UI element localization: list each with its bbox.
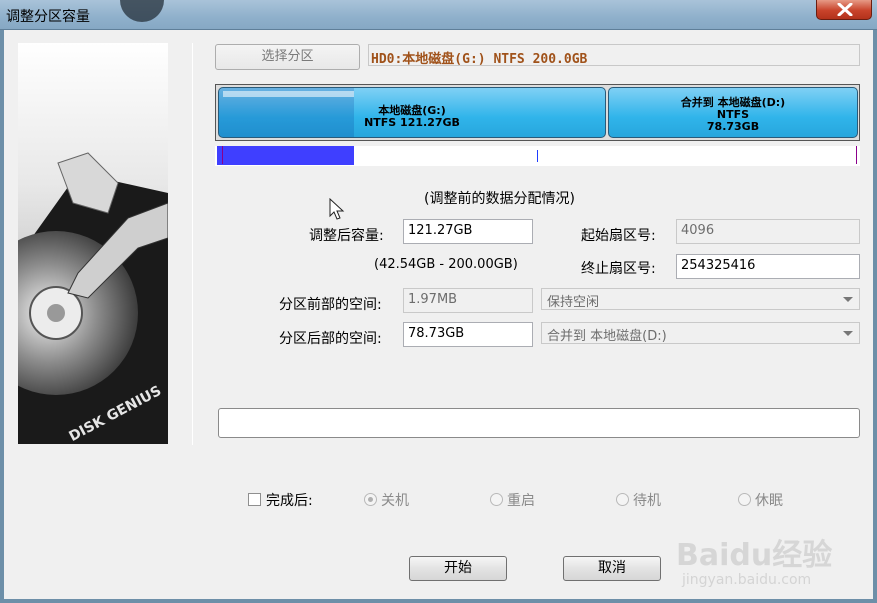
start-sector-label: 起始扇区号:	[581, 228, 656, 244]
disk-genius-artwork: DISK GENIUS	[18, 43, 168, 444]
new-size-input[interactable]: 121.27GB	[403, 219, 533, 244]
radio-hibernate-label: 休眠	[755, 493, 783, 509]
after-completion-label: 完成后:	[266, 493, 313, 509]
partition-block-g[interactable]: 本地磁盘(G:) NTFS 121.27GB	[218, 87, 606, 138]
radio-button[interactable]	[490, 493, 503, 506]
partition-g-detail: NTFS 121.27GB	[364, 116, 460, 129]
after-space-action-value: 合并到 本地磁盘(D:)	[547, 329, 667, 344]
before-space-label: 分区前部的空间:	[279, 297, 382, 313]
after-completion-checkbox[interactable]: 完成后:	[248, 490, 313, 510]
before-space-action-value: 保持空闲	[547, 295, 600, 310]
dialog-client-area: DISK GENIUS 选择分区 HD0:本地磁盘(G:) NTFS 200.0…	[4, 30, 873, 599]
size-range-text: (42.54GB - 200.00GB)	[374, 257, 518, 272]
resize-slider-fill[interactable]	[217, 146, 354, 165]
window-title: 调整分区容量	[6, 9, 90, 25]
watermark-logo: Baidu经验	[676, 538, 833, 573]
slider-split-marker[interactable]	[537, 150, 538, 162]
title-bar: 调整分区容量	[0, 0, 877, 30]
radio-shutdown-label: 关机	[381, 493, 409, 509]
end-sector-input[interactable]: 254325416	[676, 254, 860, 279]
end-sector-label: 终止扇区号:	[581, 261, 656, 277]
before-space-action-select: 保持空闲	[541, 288, 860, 310]
progress-bar	[218, 408, 860, 438]
disk-info-field: HD0:本地磁盘(G:) NTFS 200.0GB	[368, 44, 860, 67]
watermark-url: jingyan.baidu.com	[682, 572, 812, 588]
radio-shutdown[interactable]: 关机	[364, 490, 409, 510]
partition-layout-bar: 本地磁盘(G:) NTFS 121.27GB 合并到 本地磁盘(D:) NTFS…	[215, 84, 860, 141]
slider-start-marker	[222, 146, 223, 164]
after-space-input[interactable]: 78.73GB	[403, 322, 533, 347]
slider-end-marker	[856, 146, 857, 164]
after-space-action-select: 合并到 本地磁盘(D:)	[541, 322, 860, 344]
checkbox-box[interactable]	[248, 493, 261, 506]
mouse-cursor-icon	[329, 198, 345, 220]
hard-disk-icon: DISK GENIUS	[18, 43, 168, 444]
radio-standby[interactable]: 待机	[616, 490, 661, 510]
radio-hibernate[interactable]: 休眠	[738, 490, 783, 510]
chevron-down-icon	[843, 297, 853, 302]
distribution-caption: (调整前的数据分配情况)	[424, 191, 575, 207]
vertical-separator	[192, 43, 193, 445]
select-partition-button[interactable]: 选择分区	[215, 44, 360, 70]
chevron-down-icon	[843, 331, 853, 336]
start-sector-field: 4096	[676, 219, 860, 244]
radio-button[interactable]	[738, 493, 751, 506]
partition-block-d[interactable]: 合并到 本地磁盘(D:) NTFS 78.73GB	[608, 87, 858, 138]
after-space-label: 分区后部的空间:	[279, 331, 382, 347]
cancel-button[interactable]: 取消	[563, 556, 661, 581]
new-size-label: 调整后容量:	[309, 228, 384, 244]
radio-button[interactable]	[364, 493, 377, 506]
start-button[interactable]: 开始	[409, 556, 507, 581]
close-icon	[837, 3, 853, 16]
radio-restart[interactable]: 重启	[490, 490, 535, 510]
before-space-field: 1.97MB	[403, 288, 533, 313]
baidu-watermark: Baidu经验 jingyan.baidu.com	[676, 508, 836, 598]
radio-button[interactable]	[616, 493, 629, 506]
close-button[interactable]	[816, 0, 872, 20]
partition-d-size: 78.73GB	[706, 120, 760, 133]
radio-standby-label: 待机	[633, 493, 661, 509]
radio-restart-label: 重启	[507, 493, 535, 509]
background-icon	[120, 0, 164, 22]
resize-slider-track[interactable]	[215, 146, 860, 166]
